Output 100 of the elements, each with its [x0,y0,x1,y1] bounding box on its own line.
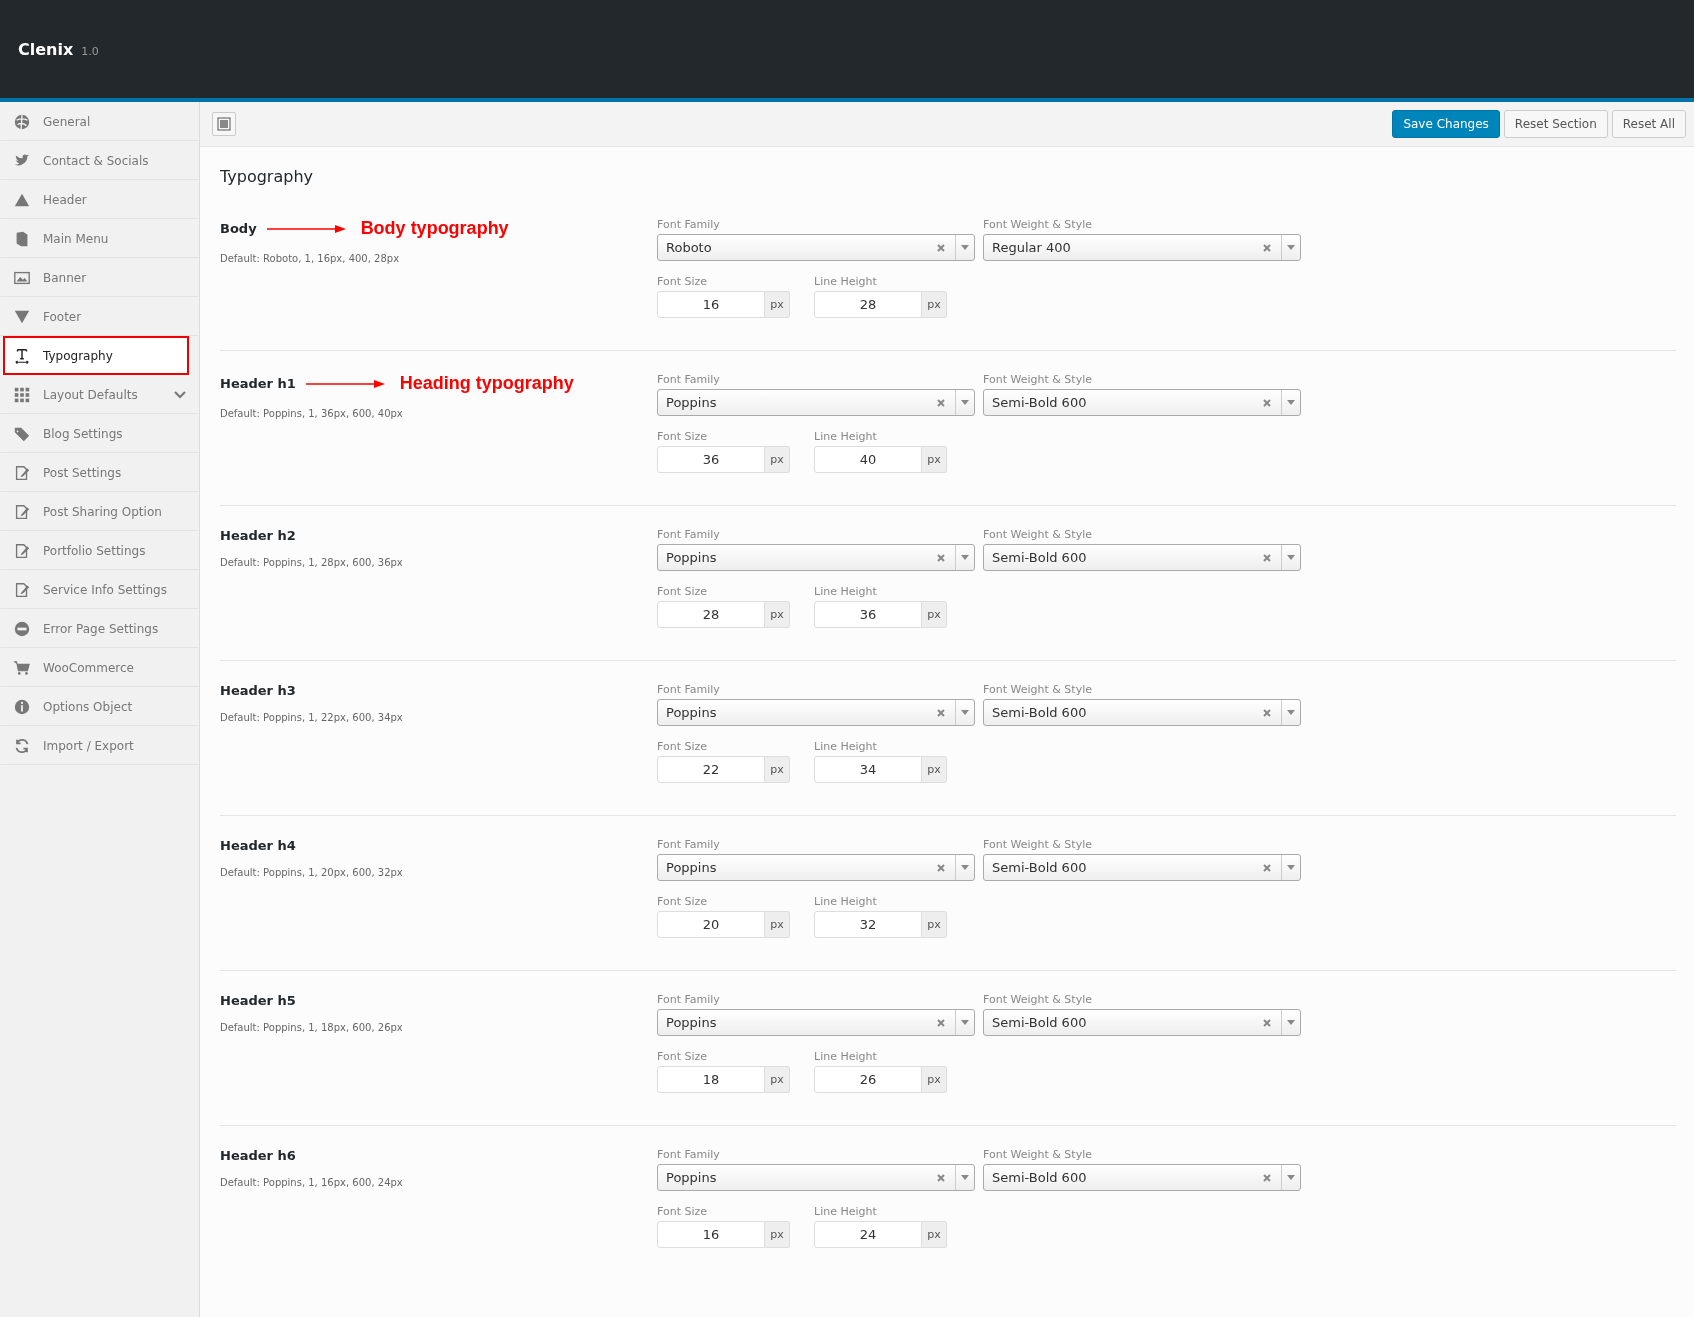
clear-icon[interactable] [1263,553,1271,562]
font-family-select[interactable]: Poppins [657,389,975,416]
sidebar-item[interactable]: Contact & Socials [0,141,199,180]
clear-icon[interactable] [1263,1173,1271,1182]
font-family-select[interactable]: Poppins [657,854,975,881]
field-label: Font Weight & Style [983,838,1093,851]
sidebar-item[interactable]: Post Sharing Option [0,492,199,531]
field-label: Font Family [657,373,721,386]
refresh-icon [13,736,31,755]
field-label: Line Height [814,430,878,443]
default-note: Default: Poppins, 1, 18px, 600, 26px [220,1022,404,1033]
font-weight-select[interactable]: Semi-Bold 600 [983,1164,1301,1191]
sidebar-item[interactable]: General [0,102,199,141]
field-label: Font Size [657,895,709,908]
font-weight-select[interactable]: Semi-Bold 600 [983,1009,1301,1036]
annotation-label: Body typography [360,218,509,239]
field-label: Font Size [657,430,709,443]
font-size-input[interactable]: 22 [657,756,765,783]
clear-icon[interactable] [937,1173,945,1182]
annotation-label: Heading typography [399,373,574,394]
clear-icon[interactable] [937,863,945,872]
field-label: Font Family [657,218,721,231]
edit-icon [13,580,31,599]
sidebar-item[interactable]: Import / Export [0,726,199,765]
clear-icon[interactable] [937,1018,945,1027]
sidebar-item[interactable]: Blog Settings [0,414,199,453]
font-size-input[interactable]: 36 [657,446,765,473]
grid-icon [13,385,31,404]
edit-icon [13,463,31,482]
clear-icon[interactable] [937,398,945,407]
unit-label: px [765,446,790,473]
font-family-select[interactable]: Roboto [657,234,975,261]
sidebar-item[interactable]: Portfolio Settings [0,531,199,570]
page-title: Typography [220,167,314,186]
unit-label: px [765,1221,790,1248]
font-weight-select[interactable]: Semi-Bold 600 [983,699,1301,726]
clear-icon[interactable] [937,708,945,717]
unit-label: px [922,756,947,783]
sidebar-item[interactable]: Header [0,180,199,219]
field-label: Font Size [657,275,709,288]
font-family-select[interactable]: Poppins [657,544,975,571]
field-label: Line Height [814,895,878,908]
section-title: Header h3 [220,683,296,698]
line-height-input[interactable]: 40 [814,446,922,473]
font-weight-select[interactable]: Regular 400 [983,234,1301,261]
unit-label: px [765,1066,790,1093]
default-note: Default: Poppins, 1, 28px, 600, 36px [220,557,404,568]
line-height-input[interactable]: 26 [814,1066,922,1093]
font-size-input[interactable]: 16 [657,291,765,318]
clear-icon[interactable] [1263,708,1271,717]
font-size-input[interactable]: 28 [657,601,765,628]
section-title: Header h5 [220,993,296,1008]
font-family-select[interactable]: Poppins [657,699,975,726]
sidebar-item[interactable]: Banner [0,258,199,297]
font-weight-select[interactable]: Semi-Bold 600 [983,854,1301,881]
sidebar-item[interactable]: Main Menu [0,219,199,258]
app-title: Clenix [18,39,74,59]
field-label: Font Weight & Style [983,218,1093,231]
field-label: Font Family [657,528,721,541]
font-family-select[interactable]: Poppins [657,1009,975,1036]
clear-icon[interactable] [937,243,945,252]
line-height-input[interactable]: 24 [814,1221,922,1248]
field-label: Font Weight & Style [983,373,1093,386]
field-label: Font Weight & Style [983,528,1093,541]
minus-circle-icon [13,619,31,638]
clear-icon[interactable] [937,553,945,562]
reset-button[interactable]: Reset Section [1503,110,1608,138]
clear-icon[interactable] [1263,863,1271,872]
font-size-input[interactable]: 16 [657,1221,765,1248]
line-height-input[interactable]: 28 [814,291,922,318]
sidebar-item[interactable]: Error Page Settings [0,609,199,648]
field-label: Line Height [814,585,878,598]
default-note: Default: Roboto, 1, 16px, 400, 28px [220,253,401,264]
font-family-select[interactable]: Poppins [657,1164,975,1191]
sidebar-item[interactable]: Options Object [0,687,199,726]
field-label: Line Height [814,1050,878,1063]
sidebar-item[interactable]: Typography [3,336,189,375]
info-icon [13,697,31,716]
sidebar-item[interactable]: WooCommerce [0,648,199,687]
layout-toggle-button[interactable] [212,112,236,136]
reset-button[interactable]: Reset All [1611,110,1686,138]
line-height-input[interactable]: 32 [814,911,922,938]
line-height-input[interactable]: 36 [814,601,922,628]
font-weight-select[interactable]: Semi-Bold 600 [983,389,1301,416]
font-weight-select[interactable]: Semi-Bold 600 [983,544,1301,571]
clear-icon[interactable] [1263,1018,1271,1027]
sidebar-item[interactable]: Layout Defaults [0,375,199,414]
font-size-input[interactable]: 20 [657,911,765,938]
clear-icon[interactable] [1263,398,1271,407]
field-label: Font Weight & Style [983,683,1093,696]
sidebar-item[interactable]: Service Info Settings [0,570,199,609]
line-height-input[interactable]: 34 [814,756,922,783]
sidebar-item[interactable]: Post Settings [0,453,199,492]
default-note: Default: Poppins, 1, 36px, 600, 40px [220,408,404,419]
clear-icon[interactable] [1263,243,1271,252]
section-title: Header h6 [220,1148,296,1163]
text-icon [13,346,31,365]
save-button[interactable]: Save Changes [1392,110,1500,138]
font-size-input[interactable]: 18 [657,1066,765,1093]
panel-icon [217,117,231,131]
